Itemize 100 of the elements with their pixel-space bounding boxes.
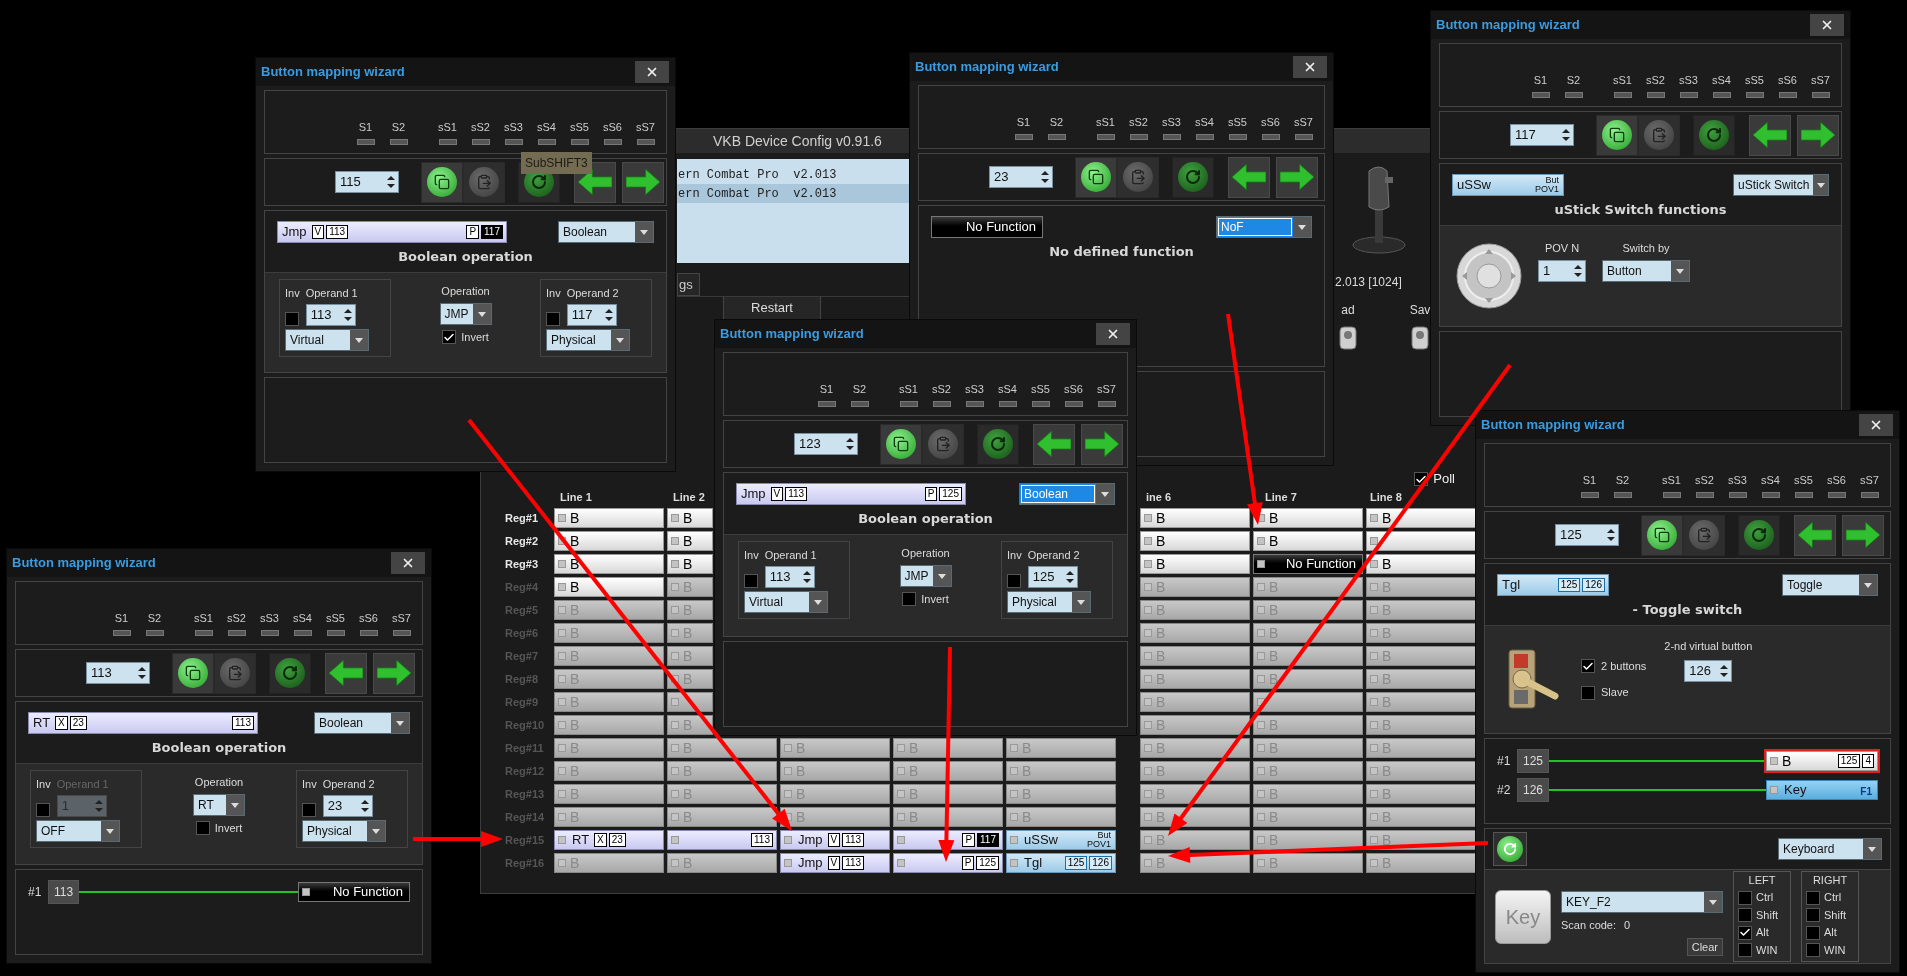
checkbox[interactable]: [744, 574, 758, 588]
mapping-cell[interactable]: [1253, 692, 1363, 712]
mapping-cell[interactable]: B: [1366, 508, 1476, 528]
checkbox[interactable]: [1581, 659, 1595, 673]
back-button[interactable]: [325, 652, 367, 694]
number-spinner[interactable]: 115: [335, 171, 399, 193]
checkbox[interactable]: [1806, 908, 1820, 922]
reset-button[interactable]: [1493, 832, 1527, 866]
back-button[interactable]: [1749, 114, 1791, 156]
mapping-cell[interactable]: P 125: [893, 853, 1003, 873]
mapping-cell[interactable]: B: [554, 554, 664, 574]
forward-button[interactable]: [622, 161, 664, 203]
dropdown[interactable]: RT: [193, 794, 245, 816]
number-spinner[interactable]: 117: [566, 304, 617, 326]
device-list-item[interactable]: ern Combat Pro v2.013: [677, 165, 909, 184]
dropdown[interactable]: Physical: [302, 820, 386, 842]
checkbox[interactable]: [902, 592, 917, 607]
copy-button[interactable]: [1075, 156, 1117, 198]
checkbox[interactable]: [1581, 685, 1595, 700]
mapping-cell[interactable]: B: [667, 531, 713, 551]
toolbar-label[interactable]: ad: [1341, 301, 1355, 319]
function-strip[interactable]: Jmp V 113 P 125: [736, 483, 966, 505]
dropdown[interactable]: Physical: [546, 329, 630, 351]
dropdown[interactable]: NoF: [1216, 216, 1312, 238]
mapping-cell[interactable]: Jmp V 113: [780, 853, 890, 873]
function-strip[interactable]: Tgl 125 126: [1497, 574, 1609, 596]
mapping-cell[interactable]: P 117: [893, 830, 1003, 850]
checkbox[interactable]: [1806, 943, 1820, 957]
checkbox[interactable]: [1738, 925, 1752, 940]
dropdown[interactable]: Toggle: [1782, 574, 1878, 596]
number-spinner[interactable]: 123: [794, 433, 858, 455]
dropdown[interactable]: Keyboard: [1778, 838, 1882, 860]
dropdown[interactable]: Boolean: [558, 221, 654, 243]
mapping-cell[interactable]: B: [1140, 531, 1250, 551]
link-target[interactable]: No Function: [298, 882, 410, 902]
checkbox[interactable]: [1738, 890, 1752, 905]
mapping-cell[interactable]: Jmp V 113: [780, 830, 890, 850]
device-list-item[interactable]: ern Combat Pro v2.013: [677, 184, 909, 203]
copy-button[interactable]: [172, 652, 214, 694]
copy-button[interactable]: [880, 423, 922, 465]
function-strip[interactable]: Jmp V 113 P 117: [277, 221, 507, 243]
mapping-cell[interactable]: No Function: [1253, 554, 1363, 574]
mapping-cell[interactable]: B: [1253, 531, 1363, 551]
checkbox[interactable]: [1806, 925, 1820, 940]
number-spinner[interactable]: 117: [1510, 124, 1574, 146]
number-spinner[interactable]: 125: [1027, 566, 1078, 588]
mapping-cell[interactable]: B: [1366, 554, 1476, 574]
close-button[interactable]: [1096, 323, 1130, 345]
function-strip[interactable]: uSSw But POV1: [1452, 174, 1564, 196]
checkbox[interactable]: [1738, 908, 1752, 922]
mapping-cell[interactable]: B: [554, 577, 664, 597]
mapping-cell[interactable]: B: [667, 554, 713, 574]
dropdown[interactable]: Virtual: [285, 329, 369, 351]
mapping-cell[interactable]: B: [1253, 508, 1363, 528]
tab[interactable]: gs: [677, 273, 700, 296]
forward-button[interactable]: [373, 652, 415, 694]
mapping-cell[interactable]: B: [1140, 554, 1250, 574]
number-spinner[interactable]: 113: [764, 566, 815, 588]
copy-button[interactable]: [421, 161, 463, 203]
dropdown[interactable]: uStick Switch: [1733, 174, 1829, 196]
mapping-cell[interactable]: [1366, 531, 1476, 551]
dropdown[interactable]: Virtual: [744, 591, 828, 613]
mapping-cell[interactable]: RT X 23: [554, 830, 664, 850]
restart-button[interactable]: Restart: [723, 297, 821, 319]
number-spinner[interactable]: 23: [989, 166, 1053, 188]
dropdown[interactable]: Boolean: [314, 712, 410, 734]
forward-button[interactable]: [1797, 114, 1839, 156]
dropdown[interactable]: KEY_F2: [1561, 891, 1723, 913]
copy-button[interactable]: [1641, 514, 1683, 556]
checkbox[interactable]: [195, 821, 210, 836]
mapping-cell[interactable]: B: [554, 531, 664, 551]
forward-button[interactable]: [1276, 156, 1318, 198]
mapping-cell[interactable]: B: [667, 508, 713, 528]
clear-button[interactable]: Clear: [1686, 937, 1723, 956]
mapping-cell[interactable]: uSSw But POV1: [1006, 830, 1116, 850]
checkbox[interactable]: [1806, 890, 1820, 905]
checkbox[interactable]: [442, 330, 457, 345]
back-button[interactable]: [1228, 156, 1270, 198]
checkbox[interactable]: [302, 803, 316, 817]
close-button[interactable]: [1293, 56, 1327, 78]
number-spinner[interactable]: 126: [1684, 660, 1733, 682]
forward-button[interactable]: [1842, 514, 1884, 556]
checkbox[interactable]: [1738, 943, 1752, 957]
dropdown[interactable]: Physical: [1007, 591, 1091, 613]
checkbox[interactable]: [1007, 574, 1021, 588]
close-button[interactable]: [635, 61, 669, 83]
checkbox[interactable]: [285, 312, 299, 326]
mapping-cell[interactable]: 113: [667, 830, 777, 850]
number-spinner[interactable]: 113: [86, 662, 150, 684]
function-strip[interactable]: No Function: [931, 216, 1043, 238]
toolbar-label[interactable]: Sav: [1409, 301, 1431, 319]
close-button[interactable]: [391, 552, 425, 574]
function-strip[interactable]: RT X 23 113: [28, 712, 258, 734]
link-target[interactable]: B 125 4: [1766, 751, 1878, 771]
dropdown[interactable]: Boolean: [1019, 483, 1115, 505]
number-spinner[interactable]: 1: [1538, 260, 1586, 282]
dropdown[interactable]: JMP: [899, 565, 952, 587]
copy-button[interactable]: [1596, 114, 1638, 156]
dropdown[interactable]: JMP: [439, 303, 492, 325]
number-spinner[interactable]: 125: [1555, 524, 1619, 546]
